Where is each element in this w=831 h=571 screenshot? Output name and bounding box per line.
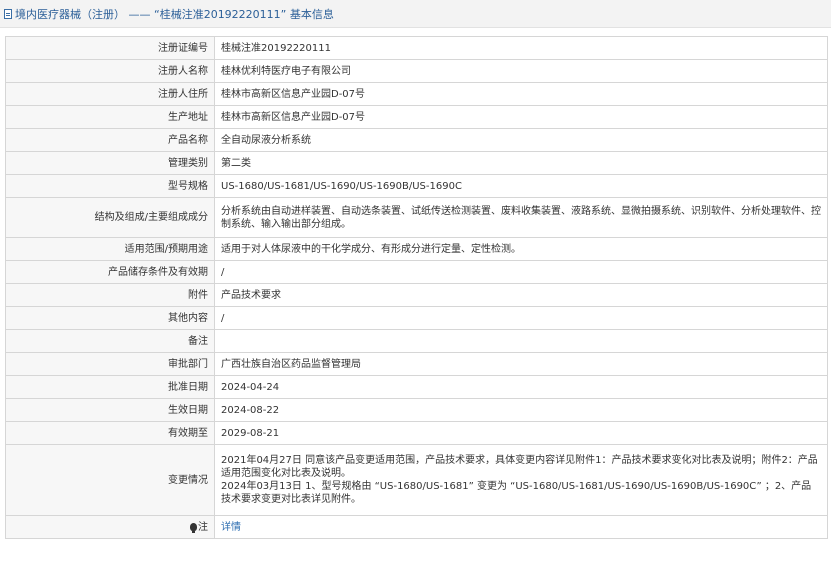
- field-value: US-1680/US-1681/US-1690/US-1690B/US-1690…: [214, 174, 828, 198]
- page-header: 境内医疗器械（注册） —— “桂械注准20192220111” 基本信息: [0, 0, 831, 28]
- field-value: 全自动尿液分析系统: [214, 128, 828, 152]
- field-label: 生产地址: [5, 105, 215, 129]
- field-value: [214, 329, 828, 353]
- field-label: 型号规格: [5, 174, 215, 198]
- field-value: 2024-04-24: [214, 375, 828, 399]
- note-row: 注 详情: [5, 515, 828, 539]
- field-label: 批准日期: [5, 375, 215, 399]
- note-label-cell: 注: [5, 515, 215, 539]
- field-value: 广西壮族自治区药品监督管理局: [214, 352, 828, 376]
- field-value: 桂林市高新区信息产业园D-07号: [214, 105, 828, 129]
- field-label: 适用范围/预期用途: [5, 237, 215, 261]
- field-value: 桂林优利特医疗电子有限公司: [214, 59, 828, 83]
- detail-link[interactable]: 详情: [221, 522, 241, 533]
- field-label: 附件: [5, 283, 215, 307]
- table-row: 型号规格 US-1680/US-1681/US-1690/US-1690B/US…: [5, 174, 828, 198]
- table-row: 注册人住所 桂林市高新区信息产业园D-07号: [5, 82, 828, 106]
- table-row: 批准日期 2024-04-24: [5, 375, 828, 399]
- table-row: 产品名称 全自动尿液分析系统: [5, 128, 828, 152]
- table-row: 附件 产品技术要求: [5, 283, 828, 307]
- table-row: 备注: [5, 329, 828, 353]
- field-value: 产品技术要求: [214, 283, 828, 307]
- table-row: 有效期至 2029-08-21: [5, 421, 828, 445]
- field-label: 管理类别: [5, 151, 215, 175]
- note-value-cell: 详情: [214, 515, 828, 539]
- table-row: 变更情况 2021年04月27日 同意该产品变更适用范围，产品技术要求，具体变更…: [5, 444, 828, 516]
- field-label: 注册人住所: [5, 82, 215, 106]
- field-label: 变更情况: [5, 444, 215, 516]
- field-label: 产品名称: [5, 128, 215, 152]
- document-icon: [4, 8, 12, 19]
- lightbulb-icon: [190, 522, 197, 533]
- info-table: 注册证编号 桂械注准20192220111 注册人名称 桂林优利特医疗电子有限公…: [5, 36, 828, 539]
- table-row: 审批部门 广西壮族自治区药品监督管理局: [5, 352, 828, 376]
- field-value: 桂械注准20192220111: [214, 36, 828, 60]
- field-label: 生效日期: [5, 398, 215, 422]
- table-row: 产品储存条件及有效期 /: [5, 260, 828, 284]
- change-history-value: 2021年04月27日 同意该产品变更适用范围，产品技术要求，具体变更内容详见附…: [214, 444, 828, 516]
- page-title: 境内医疗器械（注册） —— “桂械注准20192220111” 基本信息: [15, 7, 334, 21]
- field-label: 结构及组成/主要组成成分: [5, 197, 215, 238]
- field-label: 备注: [5, 329, 215, 353]
- field-value: 桂林市高新区信息产业园D-07号: [214, 82, 828, 106]
- note-label: 注: [198, 521, 208, 533]
- field-value: /: [214, 306, 828, 330]
- field-label: 其他内容: [5, 306, 215, 330]
- table-row: 生效日期 2024-08-22: [5, 398, 828, 422]
- field-label: 产品储存条件及有效期: [5, 260, 215, 284]
- field-value: 分析系统由自动进样装置、自动选条装置、试纸传送检测装置、废料收集装置、液路系统、…: [214, 197, 828, 238]
- field-label: 注册证编号: [5, 36, 215, 60]
- field-label: 注册人名称: [5, 59, 215, 83]
- table-row: 管理类别 第二类: [5, 151, 828, 175]
- table-row: 注册人名称 桂林优利特医疗电子有限公司: [5, 59, 828, 83]
- table-row: 适用范围/预期用途 适用于对人体尿液中的干化学成分、有形成分进行定量、定性检测。: [5, 237, 828, 261]
- field-value: 2029-08-21: [214, 421, 828, 445]
- table-row: 注册证编号 桂械注准20192220111: [5, 36, 828, 60]
- field-value: /: [214, 260, 828, 284]
- field-value: 2024-08-22: [214, 398, 828, 422]
- table-row: 结构及组成/主要组成成分 分析系统由自动进样装置、自动选条装置、试纸传送检测装置…: [5, 197, 828, 238]
- field-value: 适用于对人体尿液中的干化学成分、有形成分进行定量、定性检测。: [214, 237, 828, 261]
- field-label: 有效期至: [5, 421, 215, 445]
- table-row: 其他内容 /: [5, 306, 828, 330]
- field-value: 第二类: [214, 151, 828, 175]
- table-row: 生产地址 桂林市高新区信息产业园D-07号: [5, 105, 828, 129]
- field-label: 审批部门: [5, 352, 215, 376]
